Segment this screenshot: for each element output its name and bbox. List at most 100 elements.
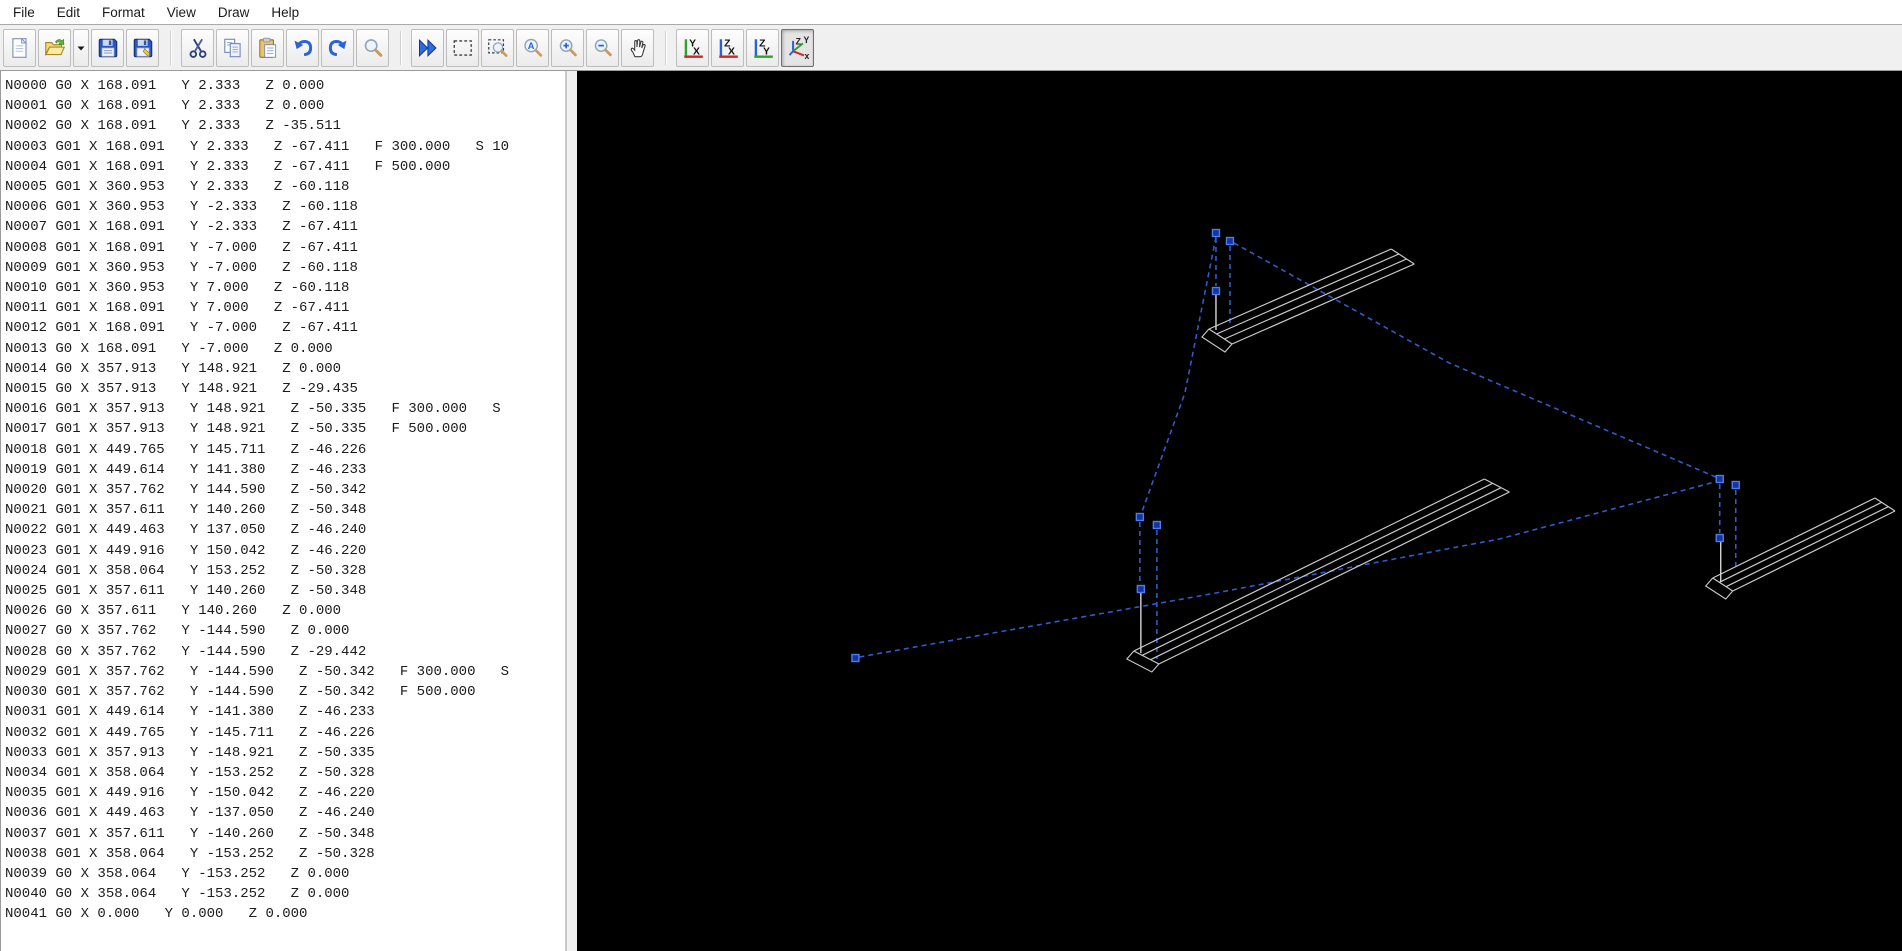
gcode-line: N0001 G0 X 168.091 Y 2.333 Z 0.000 bbox=[5, 98, 325, 115]
menu-draw[interactable]: Draw bbox=[207, 2, 261, 23]
machined-bar-wireframe bbox=[1150, 487, 1502, 661]
panel-divider[interactable] bbox=[567, 71, 577, 951]
toolbar-separator bbox=[665, 30, 666, 65]
gcode-line: N0039 G0 X 358.064 Y -153.252 Z 0.000 bbox=[5, 865, 350, 882]
gcode-line: N0022 G01 X 449.463 Y 137.050 Z -46.240 bbox=[5, 522, 367, 539]
path-node-marker bbox=[851, 653, 860, 663]
svg-text:Y: Y bbox=[763, 46, 770, 57]
axis-yx-icon: YX bbox=[683, 38, 703, 58]
redo-arrow-icon bbox=[328, 39, 347, 56]
magnifier-icon bbox=[364, 38, 382, 57]
backplot-run-button[interactable] bbox=[411, 28, 444, 67]
toolbar-separator bbox=[400, 30, 401, 65]
copy-button[interactable] bbox=[216, 28, 249, 67]
view-zy-button[interactable]: ZY bbox=[746, 28, 779, 67]
gcode-line: N0015 G0 X 357.913 Y 148.921 Z -29.435 bbox=[5, 381, 358, 398]
machined-bar-wireframe bbox=[1141, 482, 1493, 656]
machined-bar-wireframe bbox=[1712, 497, 1876, 579]
gcode-line: N0032 G01 X 449.765 Y -145.711 Z -46.226 bbox=[5, 724, 375, 741]
gcode-line: N0004 G01 X 168.091 Y 2.333 Z -67.411 F … bbox=[5, 158, 451, 175]
save-as-button[interactable] bbox=[126, 28, 159, 67]
gcode-line: N0025 G01 X 357.611 Y 140.260 Z -50.348 bbox=[5, 583, 367, 600]
machined-bar-wireframe bbox=[1208, 248, 1392, 330]
gcode-line: N0020 G01 X 357.762 Y 144.590 Z -50.342 bbox=[5, 482, 367, 499]
fast-forward-icon bbox=[418, 38, 437, 57]
view-3d-button[interactable]: ZYx bbox=[781, 28, 814, 67]
machined-bar-wireframe bbox=[1216, 253, 1400, 335]
menu-edit[interactable]: Edit bbox=[46, 2, 91, 23]
find-button[interactable] bbox=[356, 28, 389, 67]
gcode-line: N0002 G0 X 168.091 Y 2.333 Z -35.511 bbox=[5, 118, 342, 135]
gcode-line: N0024 G01 X 358.064 Y 153.252 Z -50.328 bbox=[5, 562, 367, 579]
gcode-line: N0034 G01 X 358.064 Y -153.252 Z -50.328 bbox=[5, 764, 375, 781]
select-region-button[interactable] bbox=[446, 28, 479, 67]
menu-format[interactable]: Format bbox=[91, 2, 156, 23]
toolbar: AYXZXZYZYx bbox=[0, 25, 1902, 71]
path-node-marker bbox=[1152, 520, 1162, 530]
gcode-line: N0010 G01 X 360.953 Y 7.000 Z -60.118 bbox=[5, 280, 350, 297]
main-content: N0000 G0 X 168.091 Y 2.333 Z 0.000 N0001 … bbox=[0, 71, 1902, 951]
gcode-line: N0033 G01 X 357.913 Y -148.921 Z -50.335 bbox=[5, 744, 375, 761]
gcode-line: N0000 G0 X 168.091 Y 2.333 Z 0.000 bbox=[5, 78, 325, 94]
path-node-marker bbox=[1211, 286, 1221, 296]
gcode-line: N0009 G01 X 360.953 Y -7.000 Z -60.118 bbox=[5, 259, 358, 276]
gcode-line: N0019 G01 X 449.614 Y 141.380 Z -46.233 bbox=[5, 461, 367, 478]
gcode-line: N0036 G01 X 449.463 Y -137.050 Z -46.240 bbox=[5, 805, 375, 822]
machined-bar-wireframe bbox=[1133, 478, 1485, 652]
svg-text:Z: Z bbox=[795, 36, 801, 46]
redo-button[interactable] bbox=[321, 28, 354, 67]
menu-file[interactable]: File bbox=[2, 2, 46, 23]
gcode-line: N0027 G0 X 357.762 Y -144.590 Z 0.000 bbox=[5, 623, 350, 640]
menu-help[interactable]: Help bbox=[260, 2, 310, 23]
rapid-move-path bbox=[859, 481, 1715, 658]
gcode-line: N0037 G01 X 357.611 Y -140.260 Z -50.348 bbox=[5, 825, 375, 842]
gcode-line: N0003 G01 X 168.091 Y 2.333 Z -67.411 F … bbox=[5, 138, 510, 155]
scissors-icon bbox=[189, 38, 206, 58]
save-as-floppy-icon bbox=[133, 38, 152, 57]
paste-button[interactable] bbox=[251, 28, 284, 67]
gcode-line: N0011 G01 X 168.091 Y 7.000 Z -67.411 bbox=[5, 300, 350, 317]
undo-button[interactable] bbox=[286, 28, 319, 67]
new-file-button[interactable] bbox=[3, 28, 36, 67]
machined-bar-wireframe bbox=[1158, 491, 1510, 665]
svg-text:X: X bbox=[728, 46, 735, 57]
gcode-line: N0017 G01 X 357.913 Y 148.921 Z -50.335 … bbox=[5, 421, 468, 438]
menu-view[interactable]: View bbox=[156, 2, 207, 23]
gcode-line: N0029 G01 X 357.762 Y -144.590 Z -50.342… bbox=[5, 663, 510, 680]
save-button[interactable] bbox=[91, 28, 124, 67]
machined-bar-wireframe bbox=[1732, 510, 1896, 592]
zoom-all-button[interactable]: A bbox=[516, 28, 549, 67]
gcode-line: N0030 G01 X 357.762 Y -144.590 Z -50.342… bbox=[5, 684, 476, 701]
gcode-line: N0006 G01 X 360.953 Y -2.333 Z -60.118 bbox=[5, 199, 358, 216]
view-zx-button[interactable]: ZX bbox=[711, 28, 744, 67]
backplot-viewport[interactable] bbox=[577, 71, 1902, 951]
path-node-marker bbox=[1136, 584, 1146, 594]
path-node-marker bbox=[1731, 480, 1740, 490]
zoom-window-button[interactable] bbox=[481, 28, 514, 67]
path-node-marker bbox=[1715, 533, 1724, 543]
menu-bar: File Edit Format View Draw Help bbox=[0, 0, 1902, 25]
open-dropdown-button[interactable] bbox=[73, 28, 89, 67]
gcode-line: N0028 G0 X 357.762 Y -144.590 Z -29.442 bbox=[5, 643, 367, 660]
copy-pages-icon bbox=[223, 38, 241, 57]
gcode-editor[interactable]: N0000 G0 X 168.091 Y 2.333 Z 0.000 N0001 … bbox=[0, 71, 567, 951]
view-yx-button[interactable]: YX bbox=[676, 28, 709, 67]
zoom-window-icon bbox=[487, 38, 507, 57]
chevron-down-icon bbox=[77, 46, 85, 50]
clipboard-paste-icon bbox=[258, 37, 276, 58]
rapid-move-path bbox=[1141, 236, 1217, 513]
axis-zx-icon: ZX bbox=[718, 38, 738, 58]
cut-button[interactable] bbox=[181, 28, 214, 67]
zoom-out-button[interactable] bbox=[586, 28, 619, 67]
gcode-line: N0031 G01 X 449.614 Y -141.380 Z -46.233 bbox=[5, 704, 375, 721]
gcode-line: N0007 G01 X 168.091 Y -2.333 Z -67.411 bbox=[5, 219, 358, 236]
path-node-marker bbox=[1211, 228, 1221, 238]
open-file-button[interactable] bbox=[38, 28, 71, 67]
machined-bar-wireframe bbox=[1224, 258, 1407, 340]
toolbar-separator bbox=[170, 30, 171, 65]
svg-text:Y: Y bbox=[803, 36, 809, 45]
pan-button[interactable] bbox=[621, 28, 654, 67]
zoom-in-button[interactable] bbox=[551, 28, 584, 67]
open-folder-icon bbox=[44, 38, 65, 56]
zoom-out-icon bbox=[594, 38, 612, 56]
